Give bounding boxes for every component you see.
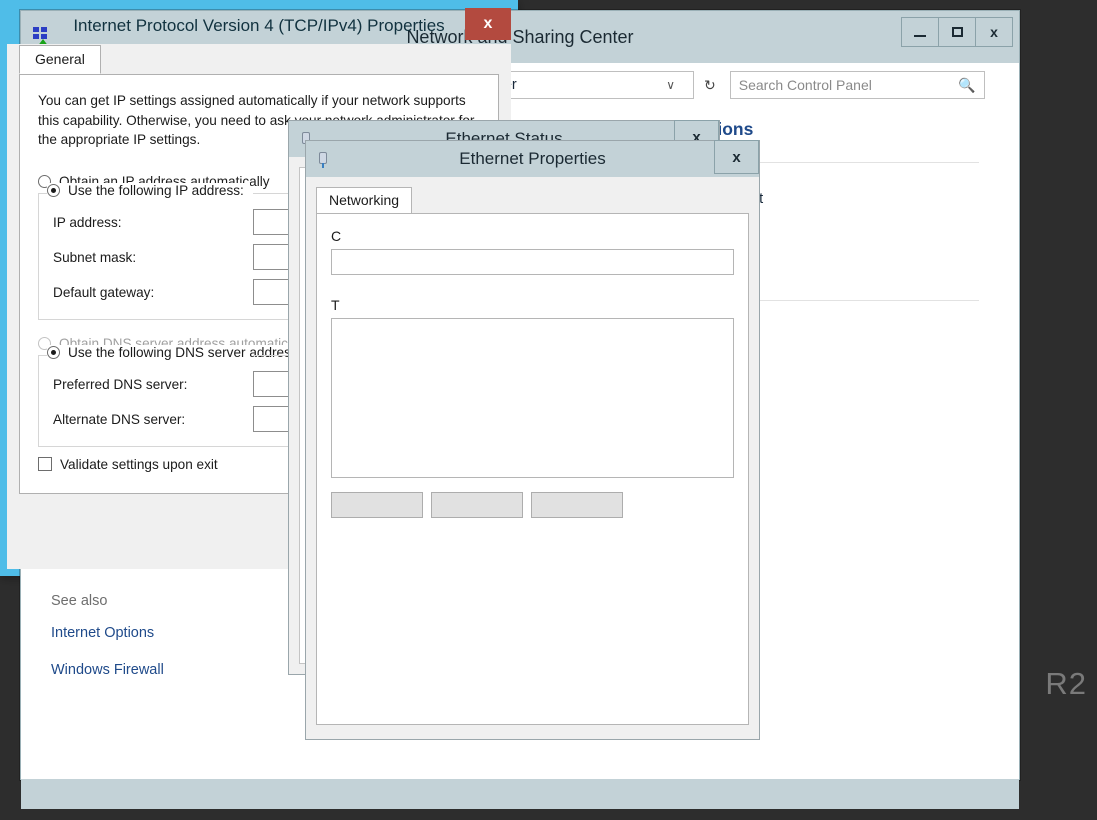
ethernet-properties-title: Ethernet Properties [306, 149, 759, 169]
radio-label: Use the following IP address: [68, 183, 244, 198]
radio-label: Use the following DNS server addresses: [68, 345, 316, 360]
default-gateway-label: Default gateway: [53, 285, 253, 300]
minimize-button[interactable] [901, 17, 939, 47]
tab-general[interactable]: General [19, 45, 101, 74]
ethernet-properties-close-button[interactable]: x [714, 140, 759, 174]
validate-settings-checkbox[interactable]: Validate settings upon exit [38, 457, 218, 472]
radio-icon [47, 184, 60, 197]
radio-use-following-dns[interactable]: Use the following DNS server addresses: [47, 345, 322, 360]
ethernet-icon [316, 150, 330, 168]
sidebar-item-windows-firewall[interactable]: Windows Firewall [51, 661, 164, 681]
preferred-dns-label: Preferred DNS server: [53, 377, 253, 392]
tab-networking[interactable]: Networking [316, 187, 412, 213]
ethernet-properties-dialog[interactable]: Ethernet Properties x Networking C T [305, 140, 760, 740]
networking-tab-panel: C T [316, 213, 749, 725]
components-list[interactable] [331, 318, 734, 478]
sidebar-item-internet-options[interactable]: Internet Options [51, 624, 164, 644]
install-button[interactable] [331, 492, 423, 518]
radio-icon [47, 346, 60, 359]
search-icon: 🔍 [958, 77, 975, 94]
search-input[interactable]: Search Control Panel 🔍 [730, 71, 985, 99]
uninstall-button[interactable] [431, 492, 523, 518]
ethernet-properties-tabstrip: Networking [316, 187, 749, 213]
see-also-label: See also [51, 593, 164, 609]
adapter-field[interactable] [331, 249, 734, 275]
chevron-down-icon[interactable]: ∨ [666, 78, 675, 92]
desktop-watermark: R2 [1045, 666, 1087, 702]
checkbox-label: Validate settings upon exit [60, 457, 218, 472]
ipv4-close-button[interactable]: x [465, 8, 511, 40]
ipv4-tabstrip: General [7, 44, 511, 74]
ethernet-properties-titlebar: Ethernet Properties x [306, 141, 759, 177]
ethernet-properties-frame: Ethernet Properties x Networking C T [305, 140, 760, 740]
close-button[interactable]: x [975, 17, 1013, 47]
radio-use-following-ip[interactable]: Use the following IP address: [47, 183, 250, 198]
component-buttons [331, 492, 734, 518]
connect-using-label: C [331, 228, 734, 244]
checkbox-icon [38, 457, 52, 471]
maximize-button[interactable] [938, 17, 976, 47]
ip-address-label: IP address: [53, 215, 253, 230]
status-bar [21, 779, 1019, 809]
ipv4-dialog-title: Internet Protocol Version 4 (TCP/IPv4) P… [7, 16, 511, 36]
alternate-dns-label: Alternate DNS server: [53, 412, 253, 427]
window-controls: x [902, 17, 1013, 47]
ipv4-titlebar: Internet Protocol Version 4 (TCP/IPv4) P… [7, 7, 511, 44]
this-connection-uses-label: T [331, 297, 734, 313]
refresh-icon[interactable]: ↻ [704, 77, 716, 94]
properties-button[interactable] [531, 492, 623, 518]
see-also-section: See also Internet Options Windows Firewa… [51, 593, 164, 699]
subnet-mask-label: Subnet mask: [53, 250, 253, 265]
search-placeholder: Search Control Panel [739, 77, 872, 93]
